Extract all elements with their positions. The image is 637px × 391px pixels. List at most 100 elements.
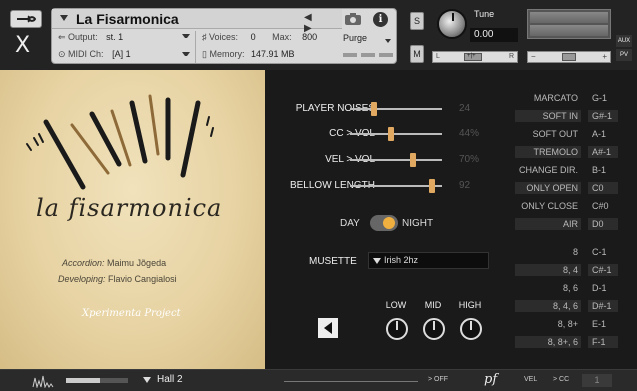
reverb-name[interactable]: Hall 2 — [157, 374, 183, 385]
volume-slider[interactable]: − + — [527, 51, 611, 63]
output-caret-icon[interactable] — [182, 34, 190, 38]
cc-vol-slider-thumb[interactable] — [387, 127, 394, 141]
keyswitch-key: D-1 — [592, 283, 607, 293]
output-row[interactable]: ⇐ Output: st. 1 — [58, 32, 123, 43]
eq-mid-label: MID — [424, 300, 442, 310]
voices-row: ♯ Voices: 0 Max: 800 — [202, 32, 317, 42]
midi-icon: ⊙ — [58, 49, 69, 59]
page-back-button[interactable] — [318, 318, 338, 338]
vel-vol-value: 70% — [459, 154, 480, 165]
keyswitch-name[interactable]: 8, 4, 6 — [515, 300, 581, 312]
keyswitch-name[interactable]: SOFT OUT — [515, 128, 581, 140]
tune-knob[interactable] — [437, 9, 467, 39]
musette-dropdown[interactable]: Irish 2hz — [368, 252, 489, 269]
voices-value: 0 — [250, 32, 256, 42]
keyswitch-name[interactable]: TREMOLO — [515, 146, 581, 158]
signature-logo: Xperimenta Project — [82, 308, 181, 319]
instrument-title-bar: La Fisarmonica ◀ ▶ — [52, 9, 342, 34]
eq-high-knob[interactable] — [460, 318, 482, 340]
info-icon[interactable]: i — [373, 12, 388, 27]
instrument-title[interactable]: La Fisarmonica — [76, 11, 179, 27]
developing-credit-name: Flavio Cangialosi — [108, 274, 177, 284]
keyswitch-name[interactable]: MARCATO — [515, 92, 581, 104]
purge-dropdown[interactable]: Purge — [343, 33, 395, 49]
keyswitch-name[interactable]: AIR — [515, 218, 581, 230]
waveform-icon[interactable] — [32, 374, 54, 388]
logo-title: la fisarmonica — [36, 194, 223, 222]
keyswitch-key: F-1 — [588, 336, 618, 348]
vel-vol-slider-thumb[interactable] — [410, 153, 417, 167]
footer-bar: Hall 2 > OFF pf VEL > CC 1 — [0, 369, 637, 391]
player-noises-slider-thumb[interactable] — [370, 102, 377, 116]
day-night-toggle-knob[interactable] — [383, 217, 395, 229]
voices-icon: ♯ — [202, 32, 210, 42]
midi-caret-icon[interactable] — [182, 52, 190, 56]
keyswitch-name[interactable]: SOFT IN — [515, 110, 581, 122]
instrument-nav-arrows[interactable]: ◀ ▶ — [304, 12, 342, 34]
instrument-menu-caret-icon[interactable] — [60, 15, 68, 21]
cc-label: > CC — [553, 376, 570, 383]
output-level-meter — [527, 9, 611, 39]
keyswitch-name[interactable]: 8, 4 — [515, 264, 581, 276]
keyswitch-name[interactable]: CHANGE DIR. — [515, 164, 581, 176]
keyswitch-name[interactable]: 8, 6 — [515, 282, 581, 294]
pv-button[interactable]: PV — [616, 49, 632, 61]
max-value[interactable]: 800 — [302, 32, 317, 42]
day-label: DAY — [340, 218, 360, 229]
side-tags: AUX PV — [616, 9, 632, 64]
volume-slider-thumb[interactable] — [562, 53, 576, 61]
day-night-toggle[interactable] — [370, 215, 398, 231]
meter-bar-left — [530, 12, 608, 23]
bellow-length-slider-thumb[interactable] — [429, 179, 436, 193]
controls-panel: PLAYER NOISES 24 CC > VOL 44% VEL > VOL … — [265, 70, 637, 369]
bellow-length-slider[interactable] — [350, 179, 442, 193]
bellow-length-value: 92 — [459, 180, 471, 191]
voices-label: Voices: — [209, 32, 239, 42]
reverb-amount-slider[interactable] — [66, 378, 128, 383]
cc-number-field[interactable]: 1 — [582, 374, 612, 387]
midi-row[interactable]: ⊙ MIDI Ch: [A] 1 — [58, 49, 131, 60]
reverb-caret-icon[interactable] — [143, 377, 151, 383]
volume-minus-label: − — [531, 52, 536, 61]
purge-meters — [343, 53, 395, 59]
accordion-credit-name: Maimu Jõgeda — [107, 258, 167, 268]
keyswitch-key: D0 — [588, 218, 618, 230]
keyswitch-name[interactable]: 8, 8+ — [515, 318, 581, 330]
reverb-amount-fill — [66, 378, 100, 383]
pf-logo: pf — [484, 372, 498, 387]
developing-credit-label: Developing: — [58, 274, 106, 284]
reverb-off-label[interactable]: > OFF — [428, 376, 448, 383]
solo-button[interactable]: S — [410, 12, 424, 30]
keyswitch-name[interactable]: 8, 8+, 6 — [515, 336, 581, 348]
vel-vol-slider[interactable] — [350, 153, 442, 167]
keyswitch-name[interactable]: ONLY CLOSE — [515, 200, 581, 212]
close-instrument-icon[interactable]: X — [15, 33, 30, 58]
cc-vol-slider[interactable] — [350, 127, 442, 141]
vel-label: VEL — [524, 376, 538, 383]
volume-plus-label: + — [602, 52, 607, 61]
pan-slider[interactable]: L +|+ R — [432, 51, 518, 63]
reverb-mix-slider[interactable] — [284, 381, 418, 382]
midi-value[interactable]: [A] 1 — [112, 49, 131, 59]
output-icon: ⇐ — [58, 32, 69, 42]
musette-value: Irish 2hz — [384, 255, 419, 265]
instrument-info-panel: La Fisarmonica ◀ ▶ i ⇐ Output: st. 1 ♯ V… — [51, 8, 397, 64]
mute-button[interactable]: M — [410, 45, 424, 63]
aux-button[interactable]: AUX — [616, 35, 632, 47]
musette-label: MUSETTE — [309, 256, 357, 267]
developing-credit: Developing: Flavio Cangialosi — [58, 274, 177, 284]
musette-caret-icon — [373, 258, 381, 264]
keyswitch-name[interactable]: ONLY OPEN — [515, 182, 581, 194]
pan-slider-thumb[interactable]: +|+ — [464, 53, 482, 61]
instrument-header: X La Fisarmonica ◀ ▶ i ⇐ Output: st. 1 ♯… — [0, 0, 637, 70]
output-value[interactable]: st. 1 — [106, 32, 123, 42]
wrench-icon[interactable] — [10, 10, 42, 28]
keyswitch-key: A#-1 — [588, 146, 618, 158]
keyswitch-name[interactable]: 8 — [515, 246, 581, 258]
camera-icon[interactable] — [344, 12, 362, 26]
eq-low-knob[interactable] — [386, 318, 408, 340]
tune-value[interactable]: 0.00 — [470, 28, 518, 42]
eq-mid-knob[interactable] — [423, 318, 445, 340]
player-noises-slider[interactable] — [350, 102, 442, 116]
pan-left-label: L — [436, 53, 440, 60]
